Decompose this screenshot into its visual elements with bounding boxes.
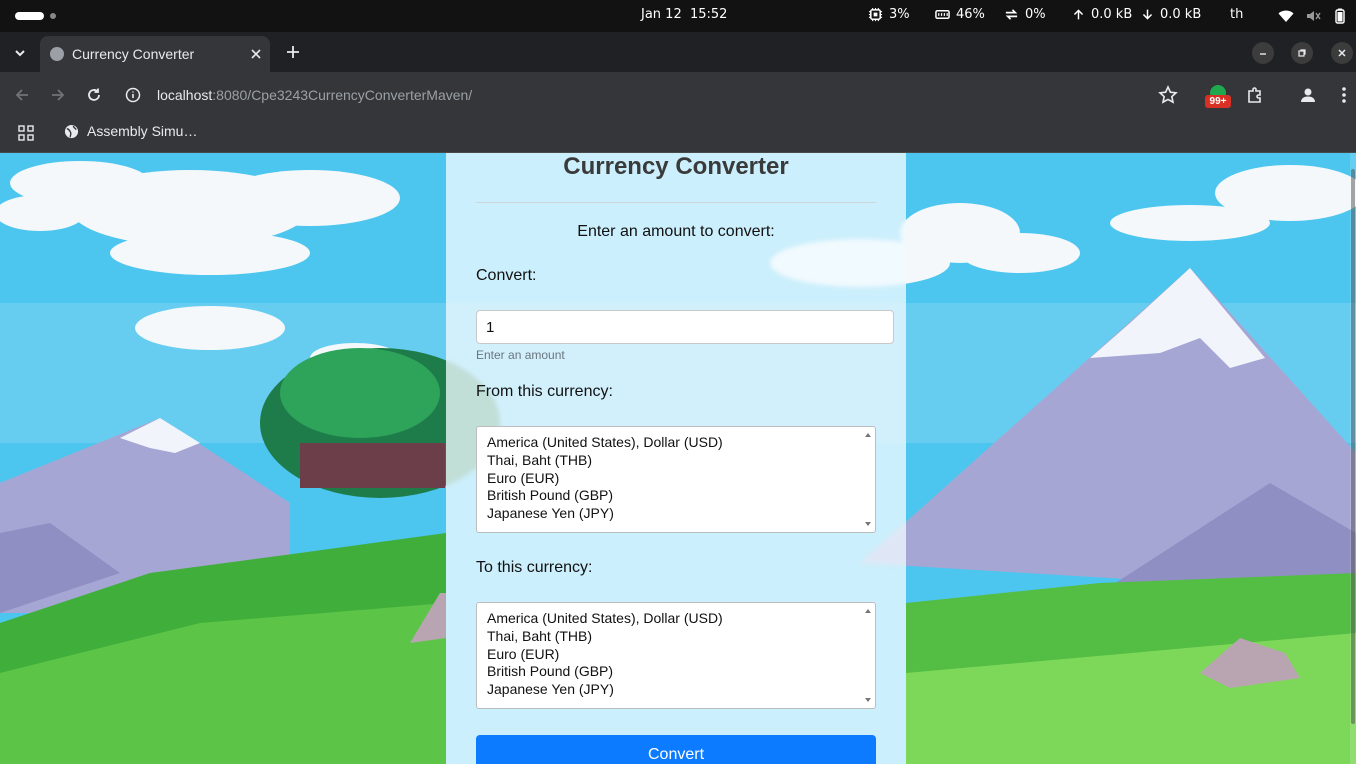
puzzle-icon: [1248, 87, 1261, 103]
from-option-thb[interactable]: Thai, Baht (THB): [487, 452, 875, 470]
to-option-eur[interactable]: Euro (EUR): [487, 646, 875, 664]
cpu-value: 3%: [889, 7, 910, 22]
close-icon: [251, 49, 261, 59]
to-select-scrollbar[interactable]: [861, 603, 875, 708]
arrow-right-icon: [52, 89, 65, 101]
new-tab-button[interactable]: [282, 41, 304, 63]
download-value: 0.0 kB: [1160, 7, 1202, 22]
upload-value: 0.0 kB: [1091, 7, 1133, 22]
arrow-down-icon: [1142, 9, 1153, 20]
extension-badge: 99+: [1205, 95, 1231, 108]
clock-date: Jan 12: [641, 7, 682, 22]
cpu-icon: [868, 7, 883, 22]
convert-label: Convert:: [476, 267, 537, 284]
to-option-jpy[interactable]: Japanese Yen (JPY): [487, 681, 875, 699]
tab-currency-converter[interactable]: Currency Converter: [40, 36, 270, 72]
browser-toolbar: localhost:8080/Cpe3243CurrencyConverterM…: [0, 72, 1356, 118]
scroll-up-arrow-icon[interactable]: [865, 609, 871, 613]
tab-title: Currency Converter: [72, 46, 195, 62]
instruction-text: Enter an amount to convert:: [577, 223, 775, 240]
close-window-button[interactable]: [1331, 42, 1353, 64]
url-text: localhost:8080/Cpe3243CurrencyConverterM…: [157, 87, 472, 103]
globe-icon: [50, 47, 64, 61]
reload-icon: [88, 88, 100, 101]
from-option-eur[interactable]: Euro (EUR): [487, 470, 875, 488]
bookmark-label: Assembly Simu…: [87, 123, 198, 139]
from-currency-select[interactable]: America (United States), Dollar (USD) Th…: [476, 426, 876, 533]
to-currency-select[interactable]: America (United States), Dollar (USD) Th…: [476, 602, 876, 709]
url-path: :8080/Cpe3243CurrencyConverterMaven/: [212, 87, 473, 103]
page-scrollbar-thumb[interactable]: [1351, 169, 1355, 724]
wifi-icon[interactable]: [1278, 8, 1294, 24]
volume-muted-icon[interactable]: [1305, 8, 1321, 24]
upload-indicator[interactable]: 0.0 kB: [1072, 7, 1132, 22]
title-divider: [476, 202, 876, 203]
maximize-window-button[interactable]: [1291, 42, 1313, 64]
minimize-icon: [1260, 53, 1266, 55]
workspace-indicator-active[interactable]: [15, 12, 44, 20]
close-icon: [1338, 49, 1346, 57]
extension-button[interactable]: 99+: [1205, 85, 1231, 109]
reload-button[interactable]: [82, 83, 106, 107]
tab-search-button[interactable]: [8, 41, 32, 65]
minimize-window-button[interactable]: [1252, 42, 1274, 64]
convert-button[interactable]: Convert: [476, 735, 876, 764]
browser-menu-button[interactable]: [1333, 84, 1355, 106]
bookmark-star-icon[interactable]: [1157, 84, 1179, 106]
swap-value: 0%: [1025, 7, 1046, 22]
from-option-jpy[interactable]: Japanese Yen (JPY): [487, 505, 875, 523]
chevron-down-icon: [15, 50, 25, 57]
system-top-bar: Jan 12 15:52 3% 46% 0% 0.0 kB 0.0 kB th: [0, 0, 1356, 32]
amount-help-text: Enter an amount: [476, 348, 565, 362]
extensions-button[interactable]: [1244, 84, 1266, 106]
from-currency-label: From this currency:: [476, 383, 613, 400]
from-option-usd[interactable]: America (United States), Dollar (USD): [487, 434, 875, 452]
memory-icon: [935, 10, 950, 19]
restore-icon: [1298, 49, 1306, 57]
to-option-gbp[interactable]: British Pound (GBP): [487, 663, 875, 681]
clock-time: 15:52: [689, 7, 728, 22]
apps-grid-icon[interactable]: [17, 124, 35, 142]
back-button[interactable]: [10, 83, 34, 107]
tab-close-button[interactable]: [246, 44, 266, 64]
battery-icon[interactable]: [1332, 8, 1348, 24]
amount-input[interactable]: [476, 310, 894, 344]
from-select-scrollbar[interactable]: [861, 427, 875, 532]
memory-indicator[interactable]: 46%: [935, 7, 985, 22]
arrow-up-icon: [1073, 9, 1084, 20]
bookmarks-bar: Assembly Simu…: [0, 118, 1356, 153]
system-clock[interactable]: Jan 12 15:52: [641, 7, 727, 22]
arrow-left-icon: [15, 89, 28, 101]
site-info-icon[interactable]: [124, 86, 142, 104]
page-viewport: Currency Converter Enter an amount to co…: [0, 153, 1356, 764]
globe-icon: [64, 124, 79, 138]
scroll-up-arrow-icon[interactable]: [865, 433, 871, 437]
page-scrollbar[interactable]: [1350, 153, 1356, 764]
to-option-thb[interactable]: Thai, Baht (THB): [487, 628, 875, 646]
scroll-down-arrow-icon[interactable]: [865, 698, 871, 702]
address-bar[interactable]: localhost:8080/Cpe3243CurrencyConverterM…: [118, 79, 1198, 111]
bookmark-assembly-simu[interactable]: Assembly Simu…: [64, 123, 197, 139]
input-language[interactable]: th: [1230, 7, 1243, 22]
profile-button[interactable]: [1297, 84, 1319, 106]
to-currency-label: To this currency:: [476, 559, 593, 576]
from-option-gbp[interactable]: British Pound (GBP): [487, 487, 875, 505]
url-host: localhost: [157, 87, 213, 103]
plus-icon: [287, 46, 299, 58]
workspace-indicator[interactable]: [50, 13, 56, 19]
forward-button[interactable]: [46, 83, 70, 107]
swap-icon: [1005, 9, 1018, 20]
page-title: Currency Converter: [563, 153, 789, 180]
scroll-down-arrow-icon[interactable]: [865, 522, 871, 526]
more-vert-icon: [1342, 87, 1346, 103]
browser-tab-strip: Currency Converter: [0, 32, 1356, 72]
converter-panel: Currency Converter Enter an amount to co…: [446, 153, 906, 764]
cpu-indicator[interactable]: 3%: [868, 7, 910, 22]
memory-value: 46%: [956, 7, 985, 22]
swap-indicator[interactable]: 0%: [1004, 7, 1046, 22]
person-icon: [1301, 88, 1315, 102]
to-option-usd[interactable]: America (United States), Dollar (USD): [487, 610, 875, 628]
download-indicator[interactable]: 0.0 kB: [1141, 7, 1201, 22]
